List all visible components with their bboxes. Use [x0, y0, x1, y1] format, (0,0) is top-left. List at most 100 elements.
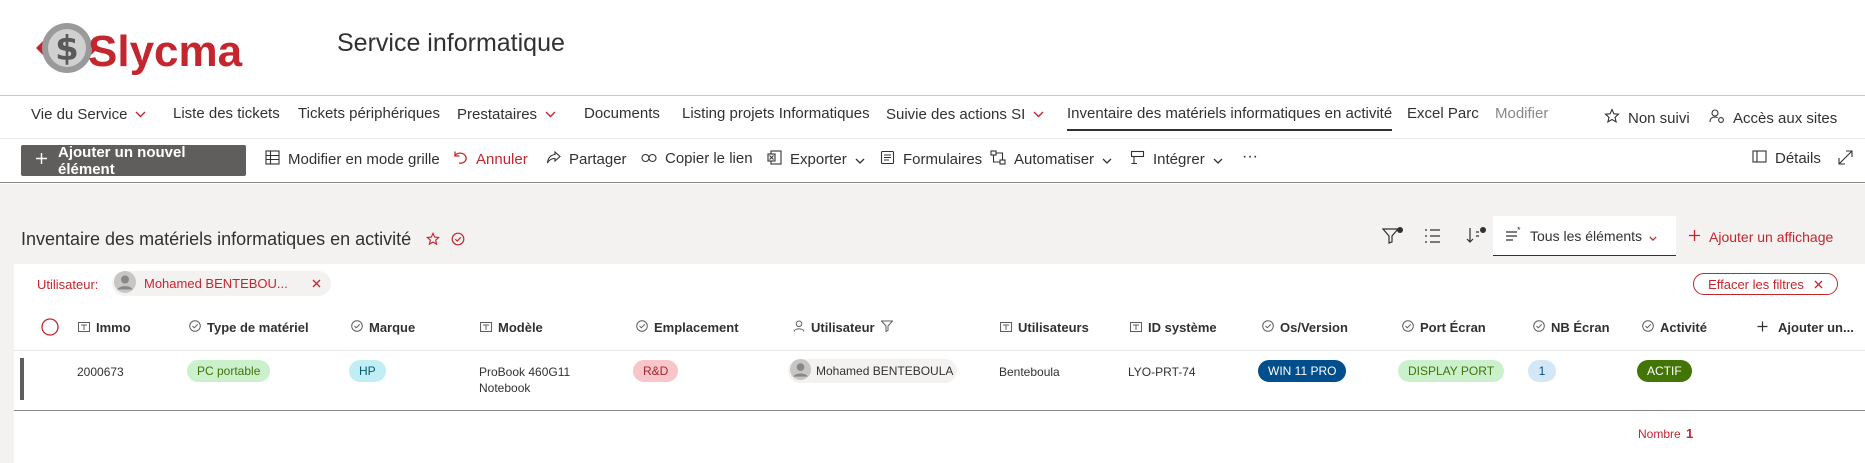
- select-all-checkbox[interactable]: [41, 318, 59, 341]
- nav-item-suivie-des-actions[interactable]: Suivie des actions SI: [886, 105, 1044, 131]
- grid-icon: [265, 150, 280, 169]
- choice-field-icon: [636, 320, 648, 335]
- form-icon: [880, 150, 895, 169]
- nav-item-listing-projets[interactable]: Listing projets Informatiques: [682, 105, 870, 131]
- site-header: $ Slycma Service informatique: [0, 0, 1865, 96]
- filter-icon[interactable]: [1381, 226, 1404, 251]
- follow-button[interactable]: Non suivi: [1604, 105, 1690, 131]
- column-header-utilisateurs[interactable]: Utilisateurs: [1000, 320, 1089, 335]
- site-access-button[interactable]: Accès aux sites: [1709, 105, 1837, 131]
- automate-button[interactable]: Automatiser: [990, 150, 1112, 169]
- column-header-os-version[interactable]: Os/Version: [1262, 320, 1348, 335]
- plus-icon: [35, 152, 48, 169]
- close-icon: [1814, 277, 1823, 292]
- row-selection-bar[interactable]: [20, 358, 24, 400]
- filter-label: Utilisateur:: [37, 277, 99, 292]
- chevron-down-icon: [855, 151, 865, 168]
- text-field-icon: [1000, 320, 1012, 335]
- nav-item-excel-parc[interactable]: Excel Parc: [1407, 105, 1479, 131]
- nav-edit-link[interactable]: Modifier: [1495, 105, 1548, 131]
- svg-text:*: *: [1517, 227, 1521, 235]
- column-header-nb-ecran[interactable]: NB Écran: [1533, 320, 1610, 335]
- cell-utilisateurs: Benteboula: [999, 365, 1060, 379]
- grid-edit-button[interactable]: Modifier en mode grille: [265, 150, 440, 169]
- avatar: [790, 359, 811, 383]
- column-header-utilisateur[interactable]: Utilisateur: [793, 320, 894, 335]
- column-header-emplacement[interactable]: Emplacement: [636, 320, 739, 335]
- choice-field-icon: [1642, 320, 1654, 335]
- export-button[interactable]: Exporter: [767, 150, 865, 169]
- column-header-immo[interactable]: Immo: [78, 320, 131, 335]
- details-button[interactable]: Détails: [1752, 150, 1821, 167]
- add-new-item-button[interactable]: Ajouter un nouvel élément: [21, 144, 246, 178]
- plus-icon: [1757, 320, 1768, 335]
- choice-field-icon: [189, 320, 201, 335]
- text-field-icon: [78, 320, 90, 335]
- copy-link-button[interactable]: Copier le lien: [641, 150, 753, 167]
- add-view-button[interactable]: Ajouter un affichage: [1688, 229, 1833, 245]
- chevron-down-icon: [1649, 228, 1657, 244]
- chevron-down-icon: [1213, 151, 1223, 168]
- cell-port-badge: DISPLAY PORT: [1398, 360, 1505, 382]
- column-header-activite[interactable]: Activité: [1642, 320, 1707, 335]
- nav-item-documents[interactable]: Documents: [584, 105, 660, 131]
- forms-button[interactable]: Formulaires: [880, 150, 982, 169]
- details-pane-icon: [1752, 150, 1767, 167]
- avatar: [114, 271, 136, 296]
- svg-text:Slycma: Slycma: [88, 27, 243, 76]
- flow-icon: [990, 150, 1006, 169]
- cell-utilisateur-chip[interactable]: Mohamed BENTEBOULA: [788, 359, 957, 383]
- undo-icon: [453, 150, 468, 169]
- site-logo[interactable]: $ Slycma: [36, 18, 304, 78]
- choice-field-icon: [1262, 320, 1274, 335]
- share-button[interactable]: Partager: [546, 150, 627, 169]
- text-field-icon: [1130, 320, 1142, 335]
- more-options-button[interactable]: ···: [1242, 148, 1258, 166]
- integrate-icon: [1130, 150, 1145, 169]
- cancel-button[interactable]: Annuler: [453, 150, 528, 169]
- chevron-down-icon: [545, 105, 556, 122]
- cell-nb-ecran-badge: 1: [1528, 360, 1556, 382]
- sort-icon[interactable]: [1465, 226, 1487, 251]
- person-field-icon: [793, 320, 805, 335]
- chevron-down-icon: [135, 105, 146, 122]
- choice-field-icon: [1402, 320, 1414, 335]
- cell-modele-line2: Notebook: [479, 381, 531, 395]
- column-header-modele[interactable]: Modèle: [480, 320, 543, 335]
- cell-id-systeme: LYO-PRT-74: [1128, 365, 1196, 379]
- group-by-icon[interactable]: [1424, 228, 1441, 249]
- filter-chip-utilisateur[interactable]: Mohamed BENTEBOU...: [112, 271, 331, 296]
- cell-os-badge: WIN 11 PRO: [1258, 360, 1347, 382]
- filter-icon: [879, 320, 894, 335]
- column-header-marque[interactable]: Marque: [351, 320, 415, 335]
- list-title: Inventaire des matériels informatiques e…: [21, 229, 465, 251]
- item-count: Nombre 1: [1638, 426, 1694, 441]
- nav-item-vie-du-service[interactable]: Vie du Service: [31, 105, 146, 131]
- share-icon: [546, 150, 561, 169]
- nav-item-liste-des-tickets[interactable]: Liste des tickets: [173, 105, 280, 131]
- clear-filters-button[interactable]: Effacer les filtres: [1693, 273, 1838, 295]
- add-column-button[interactable]: Ajouter un...: [1757, 320, 1854, 335]
- nav-item-tickets-peripheriques[interactable]: Tickets périphériques: [298, 105, 440, 131]
- site-title[interactable]: Service informatique: [337, 29, 565, 58]
- chevron-down-icon: [1033, 105, 1044, 122]
- svg-text:$: $: [55, 29, 79, 69]
- command-bar: Ajouter un nouvel élément Modifier en mo…: [0, 138, 1865, 183]
- list-view-icon: *: [1505, 225, 1523, 245]
- expand-icon[interactable]: [1838, 150, 1853, 165]
- excel-icon: [767, 150, 782, 169]
- plus-icon: [1688, 229, 1701, 245]
- cell-immo: 2000673: [77, 365, 124, 379]
- favorite-star-icon[interactable]: [426, 230, 441, 250]
- choice-field-icon: [351, 320, 363, 335]
- view-selector[interactable]: * Tous les éléments: [1493, 216, 1676, 256]
- close-icon[interactable]: [312, 276, 321, 291]
- nav-item-inventaire[interactable]: Inventaire des matériels informatiques e…: [1067, 105, 1393, 131]
- column-header-id-systeme[interactable]: ID système: [1130, 320, 1217, 335]
- column-header-type[interactable]: Type de matériel: [189, 320, 309, 335]
- column-header-port-ecran[interactable]: Port Écran: [1402, 320, 1486, 335]
- top-navigation: Vie du Service Liste des tickets Tickets…: [0, 96, 1865, 138]
- status-check-icon[interactable]: [451, 230, 465, 250]
- integrate-button[interactable]: Intégrer: [1130, 150, 1223, 169]
- nav-item-prestataires[interactable]: Prestataires: [457, 105, 556, 131]
